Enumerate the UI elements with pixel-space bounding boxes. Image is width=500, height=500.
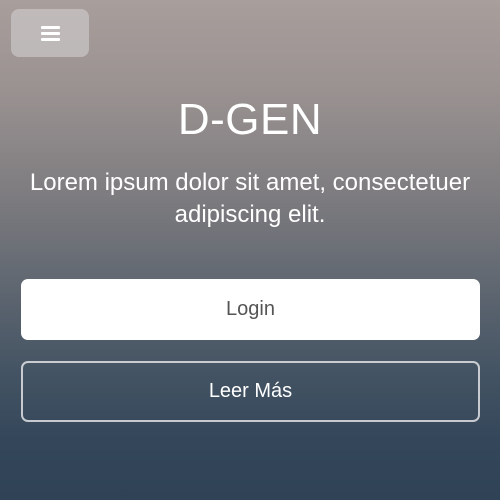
page-title: D-GEN xyxy=(177,95,323,144)
read-more-button[interactable]: Leer Más xyxy=(21,361,480,422)
hamburger-menu-icon xyxy=(40,25,60,41)
login-button[interactable]: Login xyxy=(21,279,480,340)
menu-button[interactable] xyxy=(11,9,89,57)
hero-subtitle: Lorem ipsum dolor sit amet, consectetuer… xyxy=(29,169,471,228)
